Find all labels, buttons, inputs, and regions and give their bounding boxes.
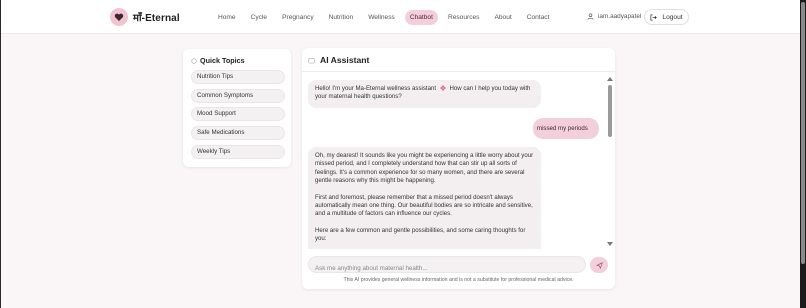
quick-topics-panel: Quick Topics Nutrition Tips Common Sympt… (183, 49, 291, 167)
chat-header: AI Assistant (302, 48, 615, 72)
navbar: माँ-Eternal Home Cycle Pregnancy Nutriti… (1, 0, 800, 34)
nav-links: Home Cycle Pregnancy Nutrition Wellness … (213, 10, 556, 25)
chat-title: AI Assistant (320, 55, 370, 65)
logout-button[interactable]: Logout (644, 9, 689, 25)
topic-safe-medications[interactable]: Safe Medications (191, 126, 285, 140)
nav-link-resources[interactable]: Resources (443, 10, 485, 25)
user-icon (587, 13, 594, 20)
greeting-text-a: Hello! I'm your Ma-Eternal wellness assi… (315, 85, 437, 92)
send-icon (595, 261, 603, 269)
robot-icon (308, 58, 315, 64)
nav-link-wellness[interactable]: Wellness (363, 10, 400, 25)
nav-link-pregnancy[interactable]: Pregnancy (277, 10, 319, 25)
topic-mood-support[interactable]: Mood Support (191, 107, 285, 121)
topic-weekly-tips[interactable]: Weekly Tips (191, 145, 285, 159)
reply-paragraph-2: First and foremost, please remember that… (315, 193, 533, 218)
window-scrollbar[interactable] (800, 0, 806, 308)
brand-logo[interactable]: माँ-Eternal (110, 8, 180, 26)
bot-message-reply: Oh, my dearest! It sounds like you might… (308, 147, 541, 249)
sparkle-icon (191, 57, 197, 64)
message-list[interactable]: Hello! I'm your Ma-Eternal wellness assi… (302, 73, 615, 249)
bot-message-greeting: Hello! I'm your Ma-Eternal wellness assi… (308, 80, 541, 108)
nav-link-contact[interactable]: Contact (522, 10, 555, 25)
heart-logo-icon (110, 8, 128, 26)
user-message: missed my periods (533, 118, 599, 139)
quick-topics-title: Quick Topics (200, 56, 245, 65)
flower-icon (440, 85, 446, 91)
chat-input-wrapper (308, 256, 586, 276)
nav-link-nutrition[interactable]: Nutrition (324, 10, 359, 25)
scroll-down-arrow[interactable] (607, 242, 613, 246)
window-scrollbar-thumb[interactable] (801, 2, 805, 264)
logout-icon (650, 14, 658, 20)
topic-common-symptoms[interactable]: Common Symptoms (191, 89, 285, 103)
chat-panel: AI Assistant Hello! I'm your Ma-Eternal … (302, 48, 615, 289)
username: iam.aadyapatel (598, 13, 642, 20)
reply-paragraph-3: Here are a few common and gentle possibi… (315, 226, 526, 243)
brand-name: माँ-Eternal (133, 13, 180, 24)
nav-link-home[interactable]: Home (213, 10, 241, 25)
send-button[interactable] (590, 257, 608, 273)
disclaimer-text: This AI provides general wellness inform… (343, 277, 574, 283)
nav-link-cycle[interactable]: Cycle (246, 10, 273, 25)
nav-link-chatbot[interactable]: Chatbot (404, 10, 438, 25)
message-scrollbar-thumb[interactable] (608, 85, 612, 137)
user-profile[interactable]: iam.aadyapatel (587, 13, 641, 20)
logout-label: Logout (662, 13, 683, 21)
reply-paragraph-1: Oh, my dearest! It sounds like you might… (315, 152, 534, 185)
topic-nutrition-tips[interactable]: Nutrition Tips (191, 70, 285, 84)
scroll-up-arrow[interactable] (607, 77, 613, 81)
quick-topics-header: Quick Topics (191, 56, 245, 65)
browser-viewport: माँ-Eternal Home Cycle Pregnancy Nutriti… (0, 0, 800, 308)
chat-input[interactable] (309, 261, 585, 276)
nav-link-about[interactable]: About (489, 10, 516, 25)
